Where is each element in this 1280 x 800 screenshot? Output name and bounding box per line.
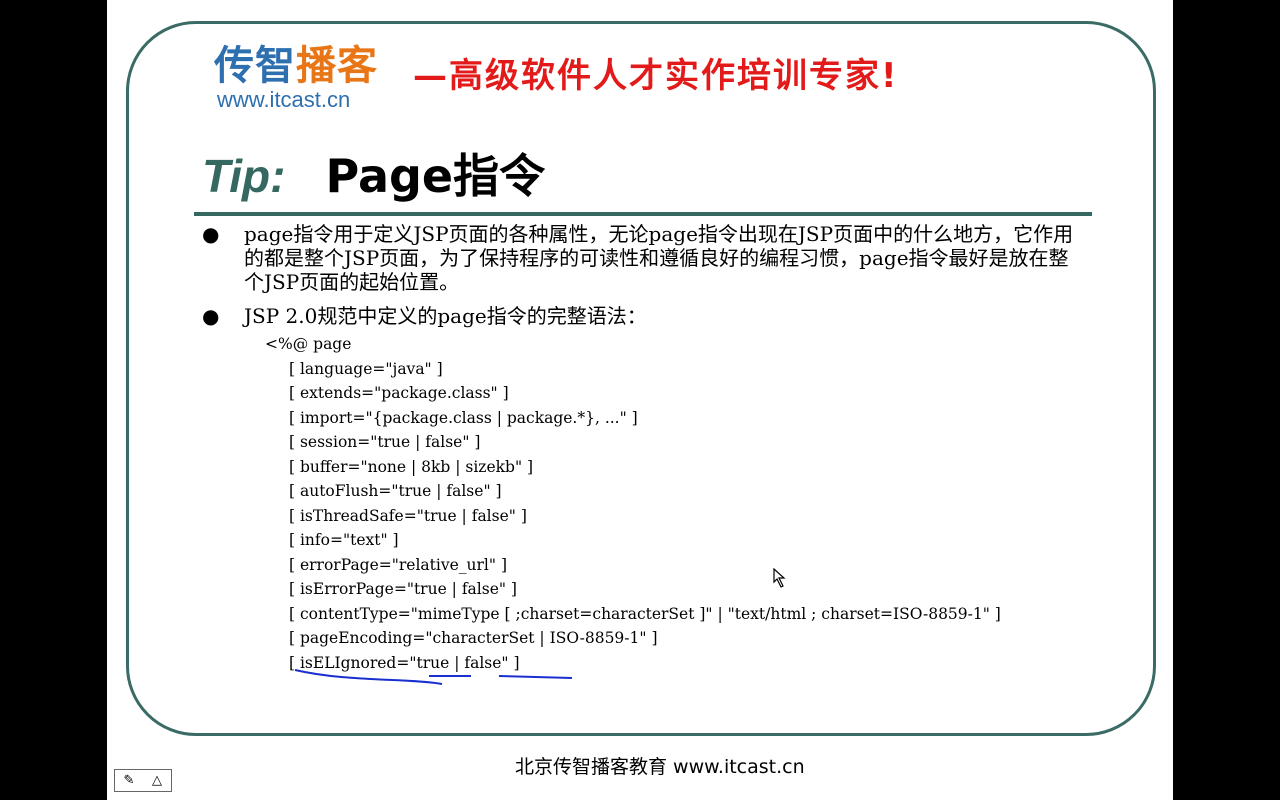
bullet-dot-1: ●	[202, 222, 220, 246]
code-line: [ extends="package.class" ]	[289, 384, 509, 402]
code-line: [ isThreadSafe="true | false" ]	[289, 506, 527, 525]
bullet-text-2: JSP 2.0规范中定义的page指令的完整语法：	[244, 304, 647, 328]
logo-name-part2: 播客	[296, 43, 378, 89]
logo-name: 传智播客	[214, 44, 394, 88]
code-line: [ buffer="none | 8kb | sizekb" ]	[289, 457, 534, 476]
code-line: [ contentType="mimeType [ ;charset=chara…	[289, 604, 1001, 623]
code-line-open: <%@ page	[265, 335, 352, 353]
title-rule	[194, 212, 1092, 216]
title-tip: Tip:	[202, 150, 286, 202]
itcast-logo: 传智播客 www.itcast.cn	[214, 44, 394, 114]
code-line: [ info="text" ]	[289, 531, 399, 549]
slide-footer: 北京传智播客教育 www.itcast.cn	[515, 756, 805, 778]
title-main: Page指令	[325, 149, 546, 203]
menu-icon[interactable]: ✎	[115, 770, 143, 791]
code-line: [ pageEncoding="characterSet | ISO-8859-…	[289, 629, 658, 647]
bullet-dot-2: ●	[202, 304, 220, 328]
bullet-text-1: page指令用于定义JSP页面的各种属性，无论page指令出现在JSP页面中的什…	[244, 222, 1074, 294]
logo-name-part1: 传智	[214, 43, 296, 89]
annotation-underline	[294, 669, 573, 685]
pen-cursor-icon	[773, 568, 786, 588]
code-line: [ isErrorPage="true | false" ]	[289, 580, 517, 598]
slide: 传智播客 www.itcast.cn —高级软件人才实作培训专家! Tip: Pa…	[107, 0, 1173, 800]
code-line: [ session="true | false" ]	[289, 433, 481, 451]
slogan: —高级软件人才实作培训专家!	[413, 56, 899, 96]
code-line: [ import="{package.class | package.*}, .…	[289, 408, 638, 427]
logo-url: www.itcast.cn	[217, 87, 351, 112]
code-line: [ autoFlush="true | false" ]	[289, 482, 502, 500]
triangle-up-icon[interactable]: △	[143, 770, 171, 791]
page-directive-syntax: <%@ page [ language="java" ] [ extends="pa…	[265, 332, 1001, 675]
code-line: [ language="java" ]	[289, 359, 443, 378]
slide-title: Tip: Page指令	[202, 140, 545, 206]
code-line: [ errorPage="relative_url" ]	[289, 555, 507, 574]
slideshow-nav-control[interactable]: ✎ △	[114, 769, 172, 792]
